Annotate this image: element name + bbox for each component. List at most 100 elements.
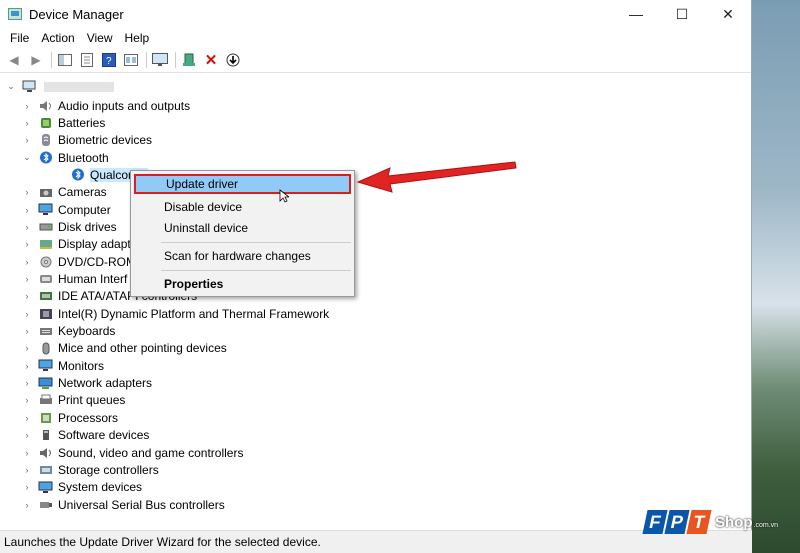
chevron-right-icon[interactable]: › <box>22 448 32 458</box>
tree-item-label: Universal Serial Bus controllers <box>58 497 225 512</box>
chevron-right-icon[interactable]: › <box>22 465 32 475</box>
tree-item-label: Biometric devices <box>58 133 153 148</box>
desktop-background <box>752 0 800 553</box>
tree-category-audio-inputs-and-outputs[interactable]: › Audio inputs and outputs <box>22 97 191 114</box>
tree-category-batteries[interactable]: › Batteries <box>22 114 106 131</box>
menu-file[interactable]: File <box>4 31 35 45</box>
chevron-right-icon[interactable]: › <box>22 413 32 423</box>
properties-icon[interactable] <box>77 50 97 70</box>
chevron-right-icon[interactable]: › <box>22 118 32 128</box>
tree-category-bluetooth[interactable]: ⌄ Bluetooth <box>22 149 109 166</box>
tree-category-dvd-cd-rom[interactable]: › DVD/CD-ROM <box>22 253 137 270</box>
chevron-right-icon[interactable]: › <box>22 309 32 319</box>
chip-icon <box>38 307 53 320</box>
tree-category-processors[interactable]: › Processors <box>22 409 119 426</box>
display-adapter-icon <box>38 238 53 251</box>
show-hide-console-tree-icon[interactable] <box>55 50 75 70</box>
tree-category-mice-and-other-pointing-devices[interactable]: › Mice and other pointing devices <box>22 340 227 357</box>
tree-category-monitors[interactable]: › Monitors <box>22 357 105 374</box>
hid-icon <box>38 273 53 286</box>
chevron-right-icon[interactable]: › <box>22 343 32 353</box>
tree-category-network-adapters[interactable]: › Network adapters <box>22 375 153 392</box>
tree-category-print-queues[interactable]: › Print queues <box>22 392 126 409</box>
menu-help[interactable]: Help <box>119 31 156 45</box>
logo-letter-p: P <box>664 510 690 534</box>
mouse-icon <box>38 342 53 355</box>
tree-category-sound-video-and-game-controllers[interactable]: › Sound, video and game controllers <box>22 444 244 461</box>
tree-category-human-interf[interactable]: › Human Interf <box>22 271 128 288</box>
fingerprint-icon <box>38 134 53 147</box>
tree-category-disk-drives[interactable]: › Disk drives <box>22 218 117 235</box>
help-icon[interactable]: ? <box>99 50 119 70</box>
redacted-computer-name <box>44 81 114 92</box>
tree-category-computer[interactable]: › Computer <box>22 201 111 218</box>
tree-item-label: Audio inputs and outputs <box>58 98 191 113</box>
storage-icon <box>38 463 53 476</box>
tree-item-label: Human Interf <box>58 272 128 286</box>
tree-item-label: Print queues <box>58 393 126 408</box>
menu-item-properties[interactable]: Properties <box>134 274 351 294</box>
uninstall-icon[interactable]: ✕ <box>201 50 221 70</box>
printer-icon <box>38 394 53 407</box>
tree-category-display-adapt[interactable]: › Display adapt <box>22 236 131 253</box>
chevron-down-icon[interactable]: ⌄ <box>22 152 32 163</box>
chevron-right-icon[interactable]: › <box>22 430 32 440</box>
system-icon <box>38 481 53 494</box>
tree-category-storage-controllers[interactable]: › Storage controllers <box>22 461 159 478</box>
chevron-right-icon[interactable]: › <box>22 101 32 111</box>
tree-category-universal-serial-bus-controllers[interactable]: › Universal Serial Bus controllers <box>22 496 225 513</box>
chevron-right-icon[interactable]: › <box>22 239 32 249</box>
view-icon[interactable] <box>121 50 141 70</box>
menu-item-scan-hardware[interactable]: Scan for hardware changes <box>134 246 351 266</box>
minimize-button[interactable]: — <box>613 0 659 28</box>
disk-icon <box>38 220 53 233</box>
chevron-right-icon[interactable]: › <box>22 291 32 301</box>
chevron-right-icon[interactable]: › <box>22 257 32 267</box>
tree-item-label: Storage controllers <box>58 462 159 477</box>
tree-item-label: Sound, video and game controllers <box>58 445 244 460</box>
menu-item-label: Update driver <box>166 177 239 191</box>
chevron-right-icon[interactable]: › <box>22 482 32 492</box>
menu-item-disable-device[interactable]: Disable device <box>134 197 351 217</box>
tree-category-intel-r-dynamic-platform-and-thermal-framework[interactable]: › Intel(R) Dynamic Platform and Thermal F… <box>22 305 330 322</box>
forward-icon[interactable]: ▶ <box>26 50 46 70</box>
chevron-right-icon[interactable]: › <box>22 500 32 510</box>
chevron-right-icon[interactable]: › <box>22 395 32 405</box>
maximize-button[interactable]: ☐ <box>659 0 705 28</box>
logo-letter-t: T <box>686 510 712 534</box>
chevron-right-icon[interactable]: › <box>22 187 32 197</box>
menu-item-update-driver[interactable]: Update driver <box>134 174 351 194</box>
computer-icon <box>22 80 37 93</box>
menu-action[interactable]: Action <box>35 31 80 45</box>
toolbar: ◀ ▶ ? ✕ <box>0 48 751 73</box>
tree-category-biometric-devices[interactable]: › Biometric devices <box>22 132 153 149</box>
tree-category-keyboards[interactable]: › Keyboards <box>22 323 116 340</box>
tree-root[interactable]: ⌄ <box>6 78 114 95</box>
chevron-right-icon[interactable]: › <box>22 274 32 284</box>
tree-category-system-devices[interactable]: › System devices <box>22 479 143 496</box>
tree-item-label: Monitors <box>58 358 105 373</box>
update-driver-icon[interactable] <box>179 50 199 70</box>
red-arrow-annotation <box>356 161 517 193</box>
tree-item-label: Computer <box>58 202 111 217</box>
menu-bar: File Action View Help <box>0 28 751 48</box>
scan-download-icon[interactable] <box>223 50 243 70</box>
title-bar: Device Manager — ☐ ✕ <box>0 0 751 28</box>
close-button[interactable]: ✕ <box>705 0 751 28</box>
ide-controller-icon <box>38 290 53 303</box>
chevron-right-icon[interactable]: › <box>22 135 32 145</box>
tree-category-software-devices[interactable]: › Software devices <box>22 427 150 444</box>
chevron-down-icon[interactable]: ⌄ <box>6 81 16 92</box>
tree-item-label: Cameras <box>58 185 107 200</box>
menu-item-uninstall-device[interactable]: Uninstall device <box>134 218 351 238</box>
chevron-right-icon[interactable]: › <box>22 378 32 388</box>
chevron-right-icon[interactable]: › <box>22 361 32 371</box>
back-icon[interactable]: ◀ <box>4 50 24 70</box>
tree-category-cameras[interactable]: › Cameras <box>22 184 107 201</box>
menu-view[interactable]: View <box>81 31 119 45</box>
monitor-icon <box>38 359 53 372</box>
chevron-right-icon[interactable]: › <box>22 222 32 232</box>
chevron-right-icon[interactable]: › <box>22 205 32 215</box>
chevron-right-icon[interactable]: › <box>22 326 32 336</box>
display-monitor-icon[interactable] <box>150 50 170 70</box>
